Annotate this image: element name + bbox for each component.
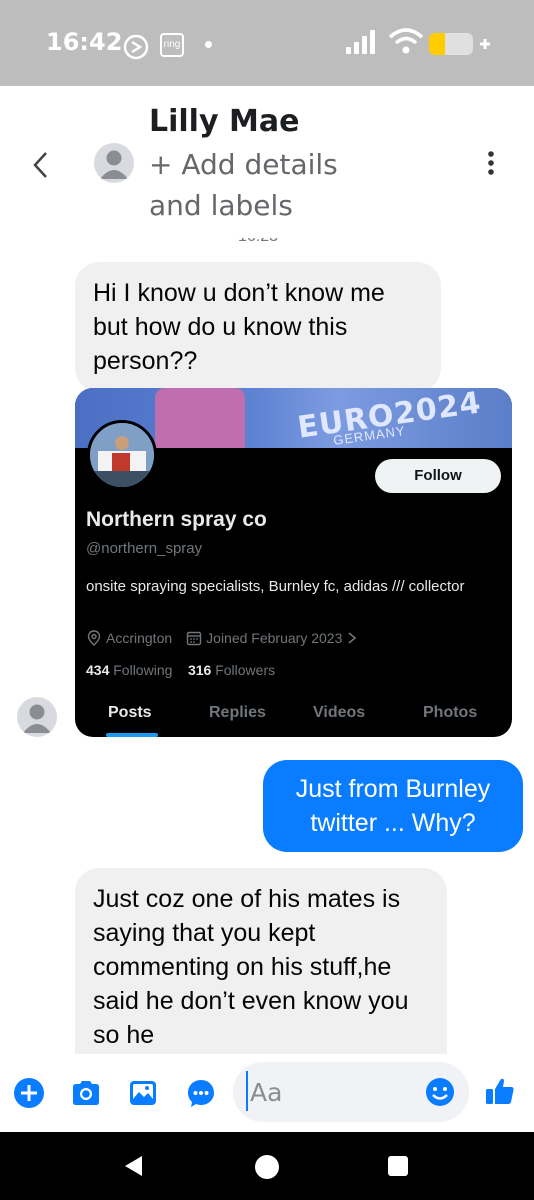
profile-meta: Accrington Joined February 2023 xyxy=(86,630,358,646)
followers-count: 316 xyxy=(187,662,212,678)
banner-person-image xyxy=(155,388,245,448)
location-pin-icon xyxy=(87,630,101,646)
back-arrow-icon[interactable] xyxy=(30,150,52,180)
outgoing-message[interactable]: Just from Burnley twitter ... Why? xyxy=(263,760,523,852)
profile-bio: onsite spraying specialists, Burnley fc,… xyxy=(86,578,465,595)
battery-icon xyxy=(429,33,490,55)
plus-icon[interactable] xyxy=(13,1077,45,1109)
thumbs-up-icon[interactable] xyxy=(484,1075,516,1107)
gallery-icon[interactable] xyxy=(127,1077,159,1109)
incoming-message[interactable]: Hi I know u don’t know me but how do u k… xyxy=(75,262,441,392)
following-label: Following xyxy=(113,662,173,678)
tab-posts: Posts xyxy=(108,704,152,721)
shared-profile-screenshot[interactable]: EURO2024 GERMANY Follow Northern spray c… xyxy=(75,388,512,737)
profile-joined: Joined February 2023 xyxy=(206,630,343,646)
contact-avatar[interactable] xyxy=(94,143,134,183)
tab-replies: Replies xyxy=(209,704,266,721)
profile-handle: @northern_spray xyxy=(86,540,203,557)
tab-videos: Videos xyxy=(313,704,366,721)
sender-avatar[interactable] xyxy=(17,697,57,737)
chat-bubble-icon[interactable] xyxy=(185,1077,217,1109)
profile-photo-icon xyxy=(90,423,154,487)
nav-home-icon[interactable] xyxy=(254,1154,280,1180)
more-options-icon[interactable] xyxy=(478,150,504,180)
status-bar: 16:42 ring xyxy=(0,0,534,86)
status-time: 16:42 xyxy=(46,28,123,56)
message-input-placeholder: Aa xyxy=(250,1078,283,1107)
profile-name: Northern spray co xyxy=(86,508,267,531)
text-cursor xyxy=(246,1071,248,1111)
profile-location: Accrington xyxy=(106,630,173,646)
camera-icon[interactable] xyxy=(70,1077,102,1109)
message-timestamp: 16:23 xyxy=(238,238,296,246)
notification-dot-icon xyxy=(205,41,212,48)
default-person-icon xyxy=(100,150,128,179)
contact-name[interactable]: Lilly Mae xyxy=(149,104,299,139)
active-tab-indicator xyxy=(106,733,158,737)
calendar-icon xyxy=(186,631,202,646)
follow-button: Follow xyxy=(375,459,501,493)
nav-recents-icon[interactable] xyxy=(387,1155,409,1177)
nav-back-icon[interactable] xyxy=(122,1154,146,1178)
followers-label: Followers xyxy=(215,662,276,678)
emoji-icon[interactable] xyxy=(424,1076,456,1108)
profile-stats: 434 Following 316 Followers xyxy=(86,662,275,678)
system-nav-bar xyxy=(0,1132,534,1200)
default-person-icon xyxy=(23,704,51,733)
chevron-right-icon xyxy=(348,632,357,644)
profile-avatar xyxy=(87,420,157,490)
following-count: 434 xyxy=(86,662,110,678)
cast-icon xyxy=(123,34,149,60)
profile-tabs: Posts Replies Videos Photos xyxy=(75,700,512,737)
add-details-link[interactable]: + Add details and labels xyxy=(149,144,399,226)
ring-app-icon: ring xyxy=(160,33,184,57)
signal-icon xyxy=(346,30,375,54)
wifi-icon xyxy=(388,28,424,54)
tab-photos: Photos xyxy=(423,704,478,721)
incoming-message[interactable]: Just coz one of his mates is saying that… xyxy=(75,868,447,1054)
